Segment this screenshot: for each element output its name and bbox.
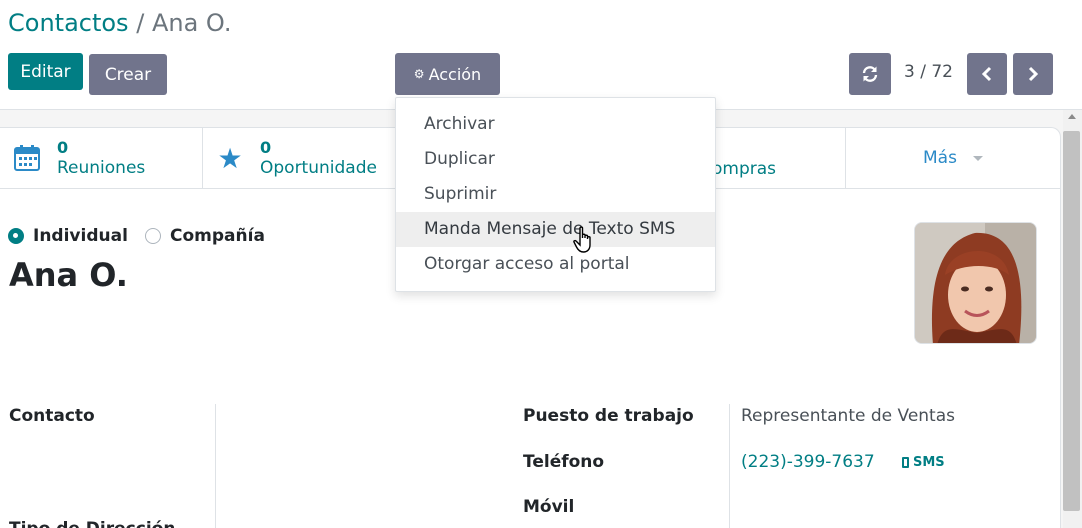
scroll-up-arrow[interactable] <box>1068 114 1076 119</box>
action-button-label: Acción <box>428 64 482 84</box>
radio-company[interactable]: Compañía <box>145 226 265 246</box>
refresh-button[interactable] <box>849 53 891 95</box>
field-separator <box>729 404 730 528</box>
radio-individual-label: Individual <box>33 226 128 246</box>
job-position-label: Puesto de trabajo <box>523 406 694 426</box>
radio-individual[interactable]: Individual <box>8 226 128 246</box>
breadcrumb-current: Ana O. <box>151 9 232 37</box>
calendar-icon <box>12 143 42 173</box>
star-icon: ★ <box>217 141 243 175</box>
radio-individual-dot[interactable] <box>8 228 24 244</box>
phone-label: Teléfono <box>523 452 605 472</box>
meetings-count: 0 <box>57 138 69 157</box>
more-label: Más <box>923 148 957 168</box>
hand-cursor-icon <box>573 226 591 253</box>
refresh-icon <box>862 66 878 82</box>
breadcrumb-separator: / <box>136 9 145 37</box>
smart-button-opportunities[interactable]: ★ 0 Oportunidade <box>203 128 413 188</box>
gear-icon: ⚙ <box>413 67 425 81</box>
radio-company-dot[interactable] <box>145 228 161 244</box>
create-button[interactable]: Crear <box>89 54 167 95</box>
breadcrumb: Contactos / Ana O. <box>8 8 231 38</box>
caret-down-icon <box>972 155 983 161</box>
pager-previous-button[interactable] <box>967 53 1007 95</box>
meetings-label: Reuniones <box>57 158 146 178</box>
scrollbar-thumb[interactable] <box>1063 131 1080 511</box>
chevron-left-icon <box>981 66 992 82</box>
opportunities-label: Oportunidade <box>260 158 377 178</box>
mobile-icon <box>902 457 909 468</box>
job-position-value: Representante de Ventas <box>741 406 955 426</box>
pager-next-button[interactable] <box>1013 53 1053 95</box>
partner-name: Ana O. <box>9 256 128 294</box>
menu-item-send-sms[interactable]: Manda Mensaje de Texto SMS <box>396 212 715 247</box>
mobile-label: Móvil <box>523 497 575 517</box>
radio-company-label: Compañía <box>170 226 265 246</box>
menu-item-delete[interactable]: Suprimir <box>396 177 715 212</box>
opportunities-count: 0 <box>260 138 272 157</box>
pager-value[interactable]: 3 / 72 <box>904 62 953 82</box>
chevron-right-icon <box>1028 66 1039 82</box>
action-dropdown-menu: Archivar Duplicar Suprimir Manda Mensaje… <box>395 97 716 292</box>
address-type-label: Tipo de Dirección <box>9 519 175 528</box>
menu-item-archive[interactable]: Archivar <box>396 107 715 142</box>
action-button[interactable]: ⚙ Acción <box>395 53 500 95</box>
smart-button-more[interactable]: Más <box>846 128 1060 188</box>
smart-button-meetings[interactable]: 0 Reuniones <box>0 128 203 188</box>
phone-link[interactable]: (223)-399-7637 <box>741 452 875 472</box>
purchases-label: ompras <box>712 159 777 179</box>
field-separator <box>215 404 216 528</box>
menu-item-duplicate[interactable]: Duplicar <box>396 142 715 177</box>
edit-button[interactable]: Editar <box>8 53 83 90</box>
menu-item-grant-portal-access[interactable]: Otorgar acceso al portal <box>396 247 715 282</box>
avatar[interactable] <box>914 222 1037 344</box>
sms-label: SMS <box>913 455 945 470</box>
sms-button[interactable]: SMS <box>902 455 945 470</box>
contact-label: Contacto <box>9 406 95 426</box>
breadcrumb-parent-link[interactable]: Contactos <box>8 9 129 37</box>
